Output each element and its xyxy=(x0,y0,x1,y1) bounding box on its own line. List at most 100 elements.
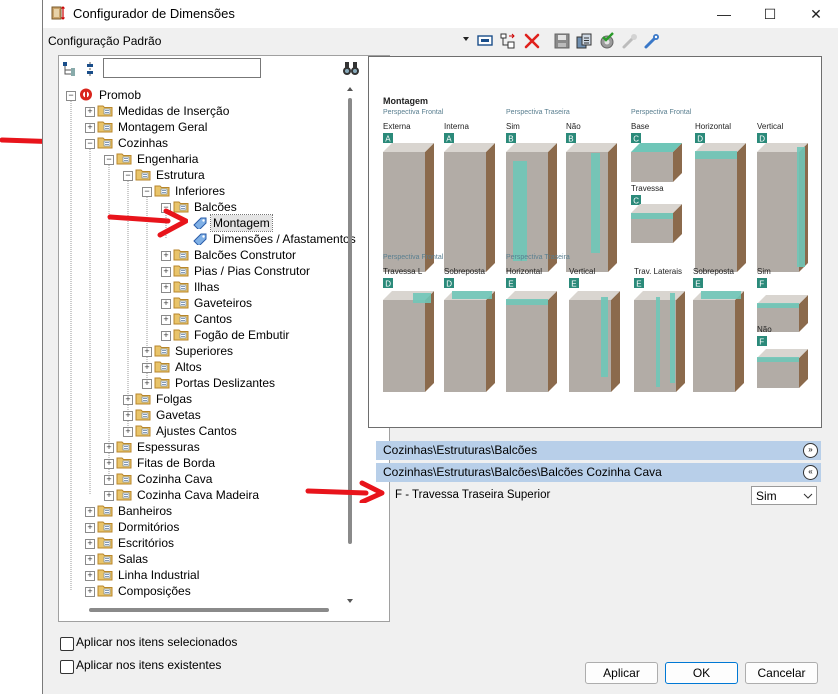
folder-icon xyxy=(135,425,151,437)
expand-toggle-icon[interactable]: + xyxy=(85,123,95,133)
cancel-button[interactable]: Cancelar xyxy=(745,662,818,684)
collapse-chevron-icon[interactable]: « xyxy=(803,465,818,480)
collapse-toggle-icon[interactable]: − xyxy=(104,155,114,165)
apply-existing-checkbox[interactable] xyxy=(60,660,74,674)
cabinet-side xyxy=(425,143,434,272)
tree-node[interactable]: + Pias / Pias Construtor xyxy=(59,263,349,279)
group-header-balcoes[interactable]: Cozinhas\Estruturas\Balcões » xyxy=(376,441,821,460)
tree-node[interactable]: + Ilhas xyxy=(59,279,349,295)
tree-node[interactable]: − Balcões xyxy=(59,199,349,215)
tool-blue-icon[interactable] xyxy=(643,32,661,50)
highlight-panel xyxy=(506,299,548,305)
expand-toggle-icon[interactable]: + xyxy=(104,459,114,469)
expand-toggle-icon[interactable]: + xyxy=(123,395,133,405)
tree-node[interactable]: + Gaveteiros xyxy=(59,295,349,311)
collapse-toggle-icon[interactable]: − xyxy=(142,187,152,197)
tree-node[interactable]: Montagem xyxy=(59,214,349,232)
expand-toggle-icon[interactable]: + xyxy=(85,107,95,117)
copy-icon[interactable] xyxy=(575,32,593,50)
screen-icon[interactable] xyxy=(476,32,494,50)
tree-node[interactable]: + Medidas de Inserção xyxy=(59,103,349,119)
binoculars-icon[interactable] xyxy=(342,60,360,76)
tree-node[interactable]: − Engenharia xyxy=(59,151,349,167)
tree-scroll-thumb[interactable] xyxy=(348,98,352,544)
tree-node[interactable]: − Promob xyxy=(59,87,349,103)
tree-expand-icon[interactable] xyxy=(61,60,79,78)
expand-toggle-icon[interactable]: + xyxy=(123,427,133,437)
expand-toggle-icon[interactable]: + xyxy=(85,507,95,517)
expand-toggle-icon[interactable]: + xyxy=(104,475,114,485)
expand-toggle-icon[interactable]: + xyxy=(142,379,152,389)
expand-toggle-icon[interactable]: + xyxy=(161,267,171,277)
tree-node[interactable]: − Inferiores xyxy=(59,183,349,199)
tree-node[interactable]: + Dormitórios xyxy=(59,519,349,535)
expand-toggle-icon[interactable]: + xyxy=(85,571,95,581)
tree-node[interactable]: − Estrutura xyxy=(59,167,349,183)
folder-icon xyxy=(173,329,189,341)
maximize-button[interactable]: ☐ xyxy=(747,0,793,28)
promob-logo-icon xyxy=(80,88,92,101)
minimize-button[interactable]: — xyxy=(701,0,747,28)
folder-icon xyxy=(97,569,113,581)
tree-search-input[interactable] xyxy=(103,58,261,78)
property-value-select[interactable]: Sim xyxy=(751,486,817,505)
tree-node[interactable]: + Balcões Construtor xyxy=(59,247,349,263)
expand-toggle-icon[interactable]: + xyxy=(161,283,171,293)
tree-vertical-scrollbar[interactable] xyxy=(346,86,354,606)
ok-button[interactable]: OK xyxy=(665,662,738,684)
save-disk-icon[interactable] xyxy=(553,32,571,50)
tree-node[interactable]: + Ajustes Cantos xyxy=(59,423,349,439)
expand-chevron-icon[interactable]: » xyxy=(803,443,818,458)
expand-toggle-icon[interactable]: + xyxy=(161,251,171,261)
tree-node[interactable]: + Fitas de Borda xyxy=(59,455,349,471)
tree-node[interactable]: + Banheiros xyxy=(59,503,349,519)
dropdown-arrow-icon[interactable] xyxy=(461,34,471,44)
collapse-toggle-icon[interactable]: − xyxy=(123,171,133,181)
expand-toggle-icon[interactable]: + xyxy=(161,299,171,309)
tree-node[interactable]: + Montagem Geral xyxy=(59,119,349,135)
tree-node[interactable]: + Escritórios xyxy=(59,535,349,551)
tree-move-icon[interactable] xyxy=(499,32,517,50)
expand-toggle-icon[interactable]: + xyxy=(142,363,152,373)
tree-node[interactable]: + Espessuras xyxy=(59,439,349,455)
tree-node[interactable]: + Superiores xyxy=(59,343,349,359)
close-button[interactable]: ✕ xyxy=(793,0,838,28)
tree-node[interactable]: + Composições xyxy=(59,583,349,599)
scroll-up-icon[interactable] xyxy=(347,86,353,92)
tree-node[interactable]: + Linha Industrial xyxy=(59,567,349,583)
tree-node[interactable]: + Salas xyxy=(59,551,349,567)
expand-toggle-icon[interactable]: + xyxy=(161,315,171,325)
check-settings-icon[interactable] xyxy=(598,32,616,50)
apply-selected-checkbox[interactable] xyxy=(60,637,74,651)
tree-node[interactable]: − Cozinhas xyxy=(59,135,349,151)
expand-toggle-icon[interactable]: + xyxy=(104,443,114,453)
collapse-toggle-icon[interactable]: − xyxy=(66,91,76,101)
tree-node[interactable]: + Altos xyxy=(59,359,349,375)
tree-node[interactable]: + Folgas xyxy=(59,391,349,407)
expand-toggle-icon[interactable]: + xyxy=(85,523,95,533)
group-header-cozinha-cava[interactable]: Cozinhas\Estruturas\Balcões\Balcões Cozi… xyxy=(376,463,821,482)
tree-node[interactable]: + Gavetas xyxy=(59,407,349,423)
tree-view[interactable]: − Promob + Medidas de Inserção + Montagem Ger… xyxy=(59,86,359,606)
expand-toggle-icon[interactable]: + xyxy=(85,555,95,565)
expand-toggle-icon[interactable]: + xyxy=(104,491,114,501)
expand-toggle-icon[interactable]: + xyxy=(123,411,133,421)
scroll-down-icon[interactable] xyxy=(347,598,353,604)
tool-disabled-icon[interactable] xyxy=(621,32,639,50)
tree-node[interactable]: + Fogão de Embutir xyxy=(59,327,349,343)
delete-x-icon[interactable] xyxy=(523,32,541,50)
expand-toggle-icon[interactable]: + xyxy=(142,347,152,357)
tree-node[interactable]: + Portas Deslizantes xyxy=(59,375,349,391)
tree-node[interactable]: + Cantos xyxy=(59,311,349,327)
tree-horizontal-scrollbar[interactable] xyxy=(89,608,329,612)
tree-node-label: Linha Industrial xyxy=(118,568,200,582)
expand-toggle-icon[interactable]: + xyxy=(85,539,95,549)
highlight-panel xyxy=(413,293,431,303)
expand-toggle-icon[interactable]: + xyxy=(161,331,171,341)
expand-toggle-icon[interactable]: + xyxy=(85,587,95,597)
tree-node[interactable]: Dimensões / Afastamentos xyxy=(59,231,356,247)
cabinet-side xyxy=(548,291,557,392)
apply-button[interactable]: Aplicar xyxy=(585,662,658,684)
tree-collapse-icon[interactable] xyxy=(83,60,97,78)
collapse-toggle-icon[interactable]: − xyxy=(85,139,95,149)
